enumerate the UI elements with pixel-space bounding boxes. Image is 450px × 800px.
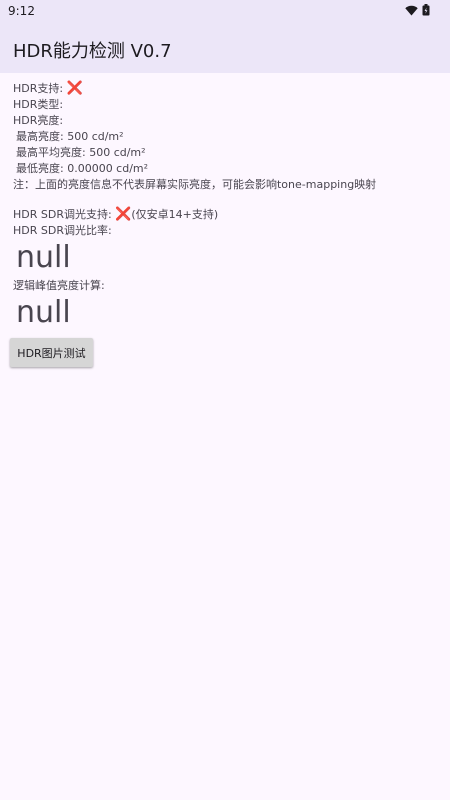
hdr-type-label: HDR类型: [13,98,64,111]
content-area: HDR支持: ❌ HDR类型: HDR亮度: 最高亮度: 500 cd/m² 最… [0,73,450,800]
hdr-support-label: HDR支持: [13,82,67,95]
wifi-icon [405,5,418,19]
status-icons [405,4,430,19]
min-brightness-text: 最低亮度: 0.00000 cd/m² [16,162,149,175]
brightness-note: 注：上面的亮度信息不代表屏幕实际亮度，可能会影响tone-mapping映射 [13,178,377,191]
sdr-ratio-label: HDR SDR调光比率: [13,224,112,237]
sdr-ratio-value: null [16,240,71,275]
max-brightness-text: 最高亮度: 500 cd/m² [16,130,124,143]
app-bar: HDR能力检测 V0.7 [0,24,450,73]
battery-icon [422,4,430,19]
status-time: 9:12 [8,4,35,18]
hdr-support-cross-icon: ❌ [66,81,83,96]
sdr-dimming-label: HDR SDR调光支持: [13,208,116,221]
peak-calc-value: null [16,295,71,330]
peak-calc-label: 逻辑峰值亮度计算: [13,279,105,292]
hdr-brightness-label: HDR亮度: [13,114,64,127]
sdr-dimming-note: (仅安卓14+支持) [131,208,219,221]
app-title: HDR能力检测 V0.7 [13,41,172,62]
sdr-dimming-cross-icon: ❌ [115,207,132,222]
hdr-image-test-button[interactable]: HDR图片测试 [10,338,93,367]
hdr-support-row: HDR支持: ❌ [13,81,83,97]
status-bar: 9:12 [0,0,450,24]
max-avg-brightness-text: 最高平均亮度: 500 cd/m² [16,146,146,159]
sdr-dimming-row: HDR SDR调光支持: ❌(仅安卓14+支持) [13,207,218,223]
